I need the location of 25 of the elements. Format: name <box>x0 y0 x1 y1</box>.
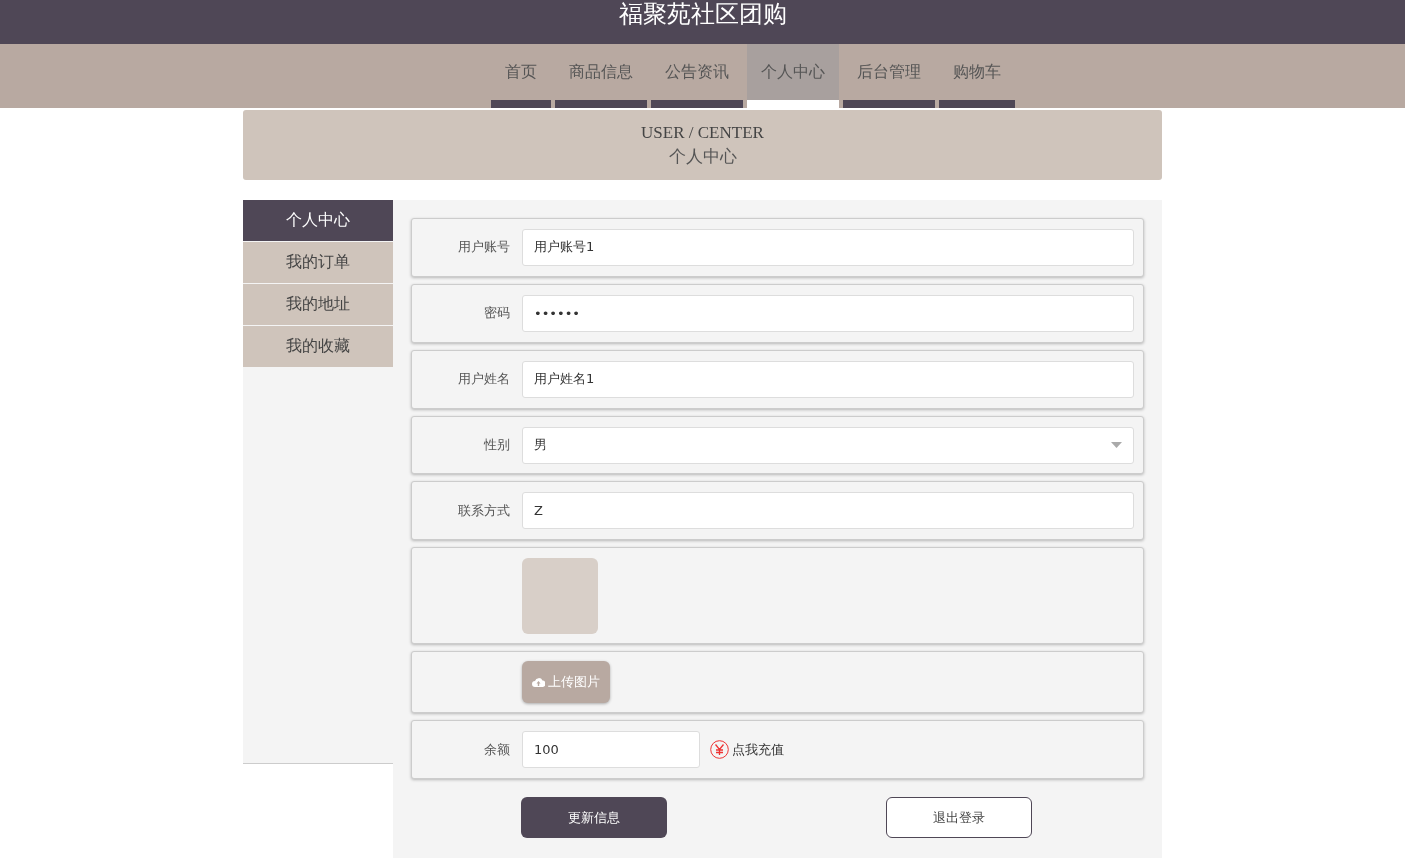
sidebar-item[interactable]: 个人中心 <box>243 200 393 241</box>
sidebar-item[interactable]: 我的收藏 <box>243 326 393 367</box>
sidebar-item[interactable]: 我的地址 <box>243 284 393 325</box>
yen-icon <box>710 740 729 760</box>
caret-icon <box>1111 442 1122 448</box>
input-field[interactable]: 100 <box>522 731 700 769</box>
input-field[interactable]: •••••• <box>522 294 1134 332</box>
select-field[interactable]: 男 <box>522 426 1134 464</box>
banner-title: USER / CENTER <box>641 122 764 143</box>
sidebar-item[interactable]: 我的订单 <box>243 242 393 283</box>
input-field[interactable]: 用户账号1 <box>522 228 1134 266</box>
input-field[interactable]: Z <box>522 492 1134 530</box>
field-label: 联系方式 <box>457 501 511 520</box>
cloud-upload-icon <box>532 677 545 688</box>
recharge-link[interactable]: 点我充值 <box>710 740 784 760</box>
site-title: 福聚苑社区团购 <box>618 0 787 28</box>
logout-button[interactable]: 退出登录 <box>886 797 1032 839</box>
field-label: 性别 <box>483 436 511 454</box>
banner-subtitle: 个人中心 <box>668 144 737 168</box>
update-button[interactable]: 更新信息 <box>521 797 667 839</box>
field-label: 用户姓名 <box>457 370 511 389</box>
input-field[interactable]: 用户姓名1 <box>522 360 1134 398</box>
field-label: 余额 <box>483 740 511 759</box>
field-label: 密码 <box>483 304 511 323</box>
field-label: 用户账号 <box>457 238 511 257</box>
